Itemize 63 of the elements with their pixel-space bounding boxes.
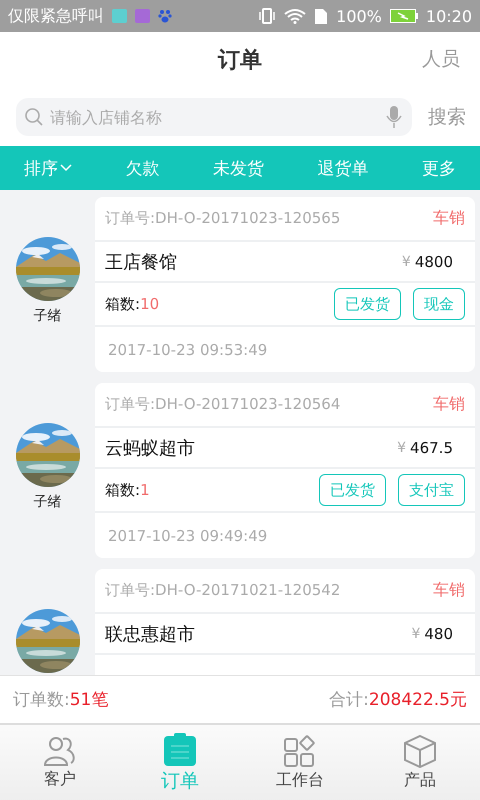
shipping-status-button[interactable]: 已发货 [319, 474, 386, 506]
battery-icon [390, 9, 418, 23]
order-number: 订单号:DH-O-20171021-120542 [105, 581, 342, 600]
store-name: 联忠惠超市 [105, 622, 196, 646]
filter-tab[interactable]: 排序 [24, 156, 72, 180]
order-number: 订单号:DH-O-20171023-120564 [105, 395, 342, 414]
store-name: 云蚂蚁超市 [105, 436, 196, 460]
order-amount: 467.5 [410, 438, 453, 456]
customer-name: 子绪 [34, 307, 62, 325]
cube-icon [403, 734, 437, 768]
order-type: 车销 [433, 580, 465, 601]
nav-tab[interactable]: 工作台 [240, 725, 360, 800]
wifi-icon [284, 8, 306, 24]
order-time: 2017-10-23 09:49:49 [107, 526, 268, 544]
box-count: 10 [140, 295, 160, 313]
app-icon [135, 9, 150, 23]
store-name: 王店餐馆 [105, 250, 178, 274]
order-amount: 4800 [414, 252, 453, 270]
search-input[interactable]: 请输入店铺名称 [48, 106, 382, 128]
order-card[interactable]: 订单号:DH-O-20171023-120565 车销 王店餐馆 ¥ 4800 箱数:10 已发货 现金 2017-10-23 09:53:49 [95, 197, 475, 372]
people-icon [43, 735, 77, 767]
clipboard-icon [163, 732, 197, 766]
search-icon [24, 107, 44, 127]
currency-sign: ¥ [402, 254, 411, 270]
filter-tab[interactable]: 欠款 [126, 156, 160, 180]
order-card[interactable]: 订单号:DH-O-20171021-120542 车销 联忠惠超市 ¥ 480 [95, 569, 475, 675]
grid-icon [283, 734, 317, 768]
search-field[interactable]: 请输入店铺名称 [16, 98, 412, 136]
order-total: 合计:208422.5元 [329, 689, 467, 711]
microphone-icon[interactable] [386, 105, 402, 129]
sim-icon [314, 8, 328, 24]
order-number: 订单号:DH-O-20171023-120565 [105, 209, 342, 228]
order-time: 2017-10-23 09:53:49 [107, 340, 268, 358]
filter-tab[interactable]: 更多 [422, 156, 456, 180]
clock: 10:20 [426, 6, 472, 26]
order-card[interactable]: 订单号:DH-O-20171023-120564 车销 云蚂蚁超市 ¥ 467.5 箱数:1 已发货 支付宝 2017-10-23 09:49:49 [95, 383, 475, 558]
box-count: 1 [140, 481, 151, 499]
order-type: 车销 [433, 394, 465, 415]
staff-link[interactable]: 人员 [422, 46, 460, 72]
currency-sign: ¥ [411, 626, 420, 642]
filter-tab[interactable]: 未发货 [213, 156, 264, 180]
box-count-label: 箱数: [105, 480, 140, 500]
caret-icon [60, 164, 72, 172]
paw-icon [158, 9, 172, 23]
payment-button[interactable]: 支付宝 [398, 474, 465, 506]
search-button[interactable]: 搜索 [428, 104, 466, 130]
vibrate-icon [258, 8, 276, 24]
customer-name: 子绪 [34, 493, 62, 511]
currency-sign: ¥ [397, 440, 406, 456]
battery-percent: 100% [336, 6, 382, 26]
page-title: 订单 [218, 47, 262, 75]
payment-button[interactable]: 现金 [413, 288, 465, 320]
nav-tab[interactable]: 产品 [360, 725, 480, 800]
nav-tab[interactable]: 客户 [0, 725, 120, 800]
order-type: 车销 [433, 208, 465, 229]
shipping-status-button[interactable]: 已发货 [334, 288, 401, 320]
nav-tab[interactable]: 订单 [120, 725, 240, 800]
app-icon [112, 9, 127, 23]
order-count: 订单数:51笔 [13, 689, 108, 711]
status-text: 仅限紧急呼叫 [8, 6, 104, 26]
box-count-label: 箱数: [105, 294, 140, 314]
filter-tab[interactable]: 退货单 [318, 156, 368, 180]
order-amount: 480 [424, 624, 453, 642]
